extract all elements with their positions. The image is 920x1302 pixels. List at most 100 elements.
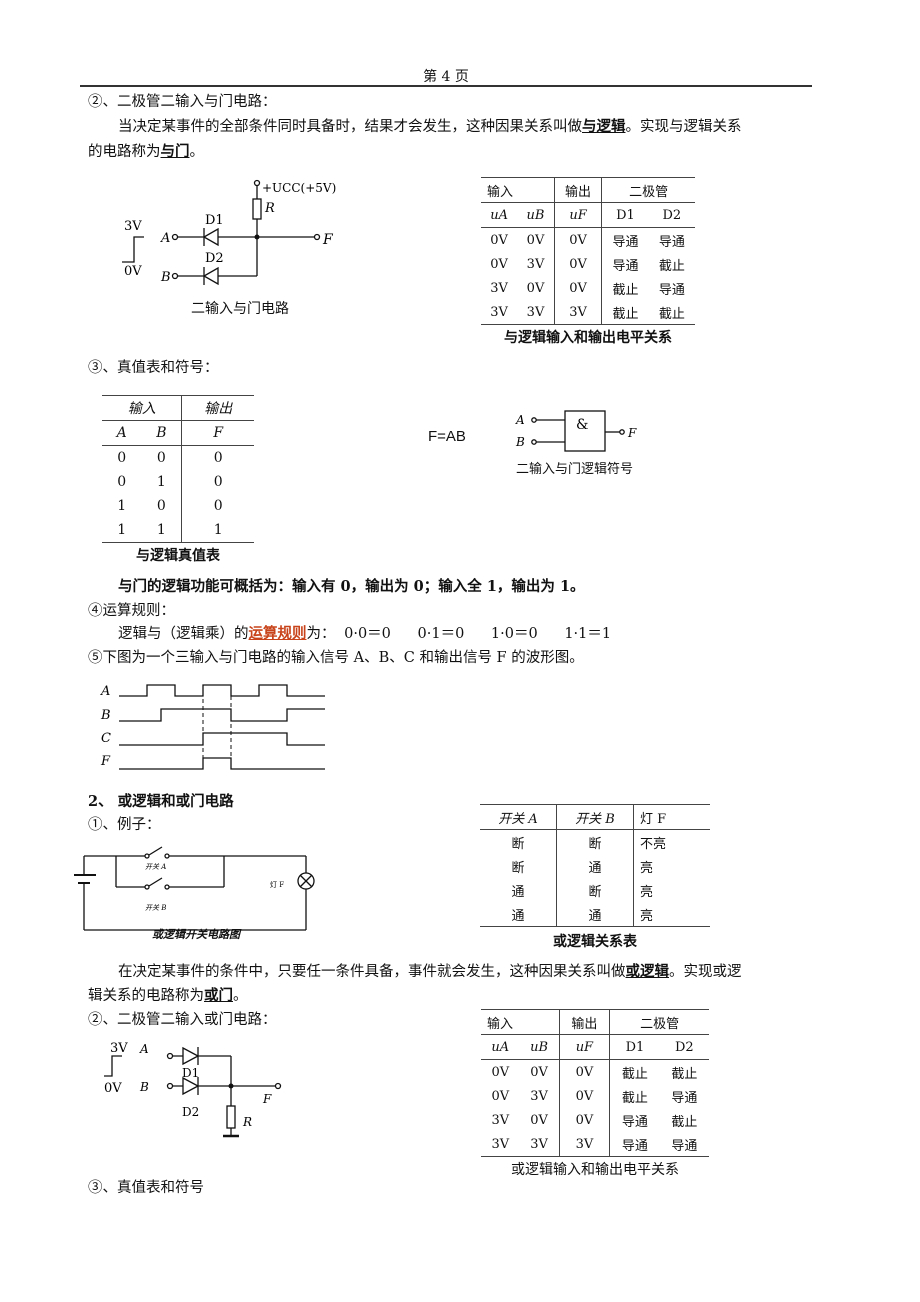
cell: 0V <box>558 1108 610 1132</box>
resistor-icon <box>252 198 262 220</box>
table-row: 断 通亮 <box>480 854 710 878</box>
cell: 亮 <box>633 878 710 902</box>
and-logic-term: 与逻辑 <box>582 118 626 135</box>
cell: 3V <box>519 1132 560 1157</box>
symbol-output-f: F <box>627 426 637 440</box>
rule-prefix: 逻辑与（逻辑乘）的 <box>118 626 249 642</box>
operation-rules-line: 逻辑与（逻辑乘）的运算规则为： 0·0＝0 0·1＝0 1·0＝0 1·1＝1 <box>118 622 611 643</box>
sub-ua: uA <box>481 1034 520 1060</box>
cell: 0 <box>181 470 254 494</box>
cell: 0V <box>491 1064 510 1080</box>
lamp-label: 灯 F <box>270 880 284 889</box>
table-row: 0V 0V 0V 截止 截止 <box>481 1059 709 1084</box>
cell: 导通 <box>658 282 685 298</box>
and-gate-symbol: A B & F <box>515 410 637 452</box>
or-switch-caption: 或逻辑开关电路图 <box>152 928 240 941</box>
cell: 断 <box>511 836 525 852</box>
sub-f: F <box>181 420 254 446</box>
cell: 3V <box>526 256 545 272</box>
cell: 3V <box>558 1132 610 1157</box>
cell: 断 <box>511 860 525 876</box>
diode-d2-icon <box>182 1076 200 1096</box>
th-output: 输出 <box>558 1009 610 1035</box>
cell: 1 <box>141 518 182 543</box>
cell: 截止 <box>609 1084 660 1108</box>
or-para-text: 。实现或逻 <box>669 964 742 980</box>
or-para-text: 在决定某事件的条件中，只要任一条件具备，事件就会发生，这种因果关系叫做 <box>118 964 626 980</box>
th-diode: 二极管 <box>601 177 695 203</box>
cell: 导通 <box>671 1090 698 1106</box>
cell: 不亮 <box>633 829 710 854</box>
sub-d2: D2 <box>659 1034 709 1060</box>
table-row: 3V 0V 0V 截止 导通 <box>481 276 695 300</box>
operation-rules-heading: ④运算规则： <box>88 603 175 619</box>
and-truth-table: 输入 输出 ABF 000 010 100 111 <box>102 395 254 543</box>
symbol-input-a: A <box>515 413 525 427</box>
or-section-title: 2、 或逻辑和或门电路 <box>88 793 234 810</box>
low-level-label: 0V <box>124 264 142 279</box>
sub-b: B <box>141 420 182 446</box>
sub-d2: D2 <box>648 202 695 228</box>
and-symbol-caption: 二输入与门逻辑符号 <box>516 462 634 477</box>
switch-b-lever <box>148 877 163 887</box>
output-f-label: F <box>322 232 334 248</box>
or-level-table: 输入 输出 二极管 uA uB uF D1 D2 0V 0V 0V 截止 截止 0V 3V… <box>481 1009 709 1157</box>
sub-d1: D1 <box>601 202 649 228</box>
d1-label: D1 <box>205 213 224 228</box>
rule-item: 1·1＝1 <box>564 626 612 642</box>
table-row: 断断不亮 <box>480 829 710 854</box>
cell: 导通 <box>609 1132 660 1157</box>
signal-b-label: B <box>100 708 111 723</box>
symbol-input-b: B <box>515 435 525 449</box>
d2-label: D2 <box>205 251 224 266</box>
th-switch-b: 开关 B <box>556 804 634 830</box>
cell: 0V <box>530 1112 548 1128</box>
page-number-header: 第 4 页 <box>423 69 469 85</box>
table-row: 0V 3V 0V 截止 导通 <box>481 1084 709 1108</box>
cell: 0V <box>553 276 602 300</box>
and-truth-table-wrap: 输入 输出 ABF 000 010 100 111 与逻辑真值表 <box>102 395 254 565</box>
table-row: 3V 3V 3V 导通 导通 <box>481 1132 709 1157</box>
th-diode: 二极管 <box>609 1009 709 1035</box>
signal-f-label: F <box>100 754 111 769</box>
waveform-b <box>119 708 325 722</box>
cell: 0V <box>526 232 545 248</box>
cell: 截止 <box>648 300 695 325</box>
or-example-heading: ①、例子： <box>88 817 161 833</box>
th-switch-a: 开关 A <box>480 804 557 830</box>
cell: 0V <box>558 1084 610 1108</box>
operation-rules-link[interactable]: 运算规则 <box>249 625 307 642</box>
cell: 断 <box>556 829 634 854</box>
or-truth-table-heading: ③、真值表和符号 <box>88 1180 204 1196</box>
cell: 导通 <box>658 234 685 250</box>
and-gate-term: 与门 <box>160 143 190 160</box>
cell: 导通 <box>601 227 649 252</box>
and-truth-table-caption: 与逻辑真值表 <box>136 548 220 564</box>
or-diode-circuit: 3V 0V A B D1 D2 F R <box>104 1041 282 1138</box>
input-b-label: B <box>139 1080 149 1094</box>
diode-d1-icon <box>182 1046 200 1066</box>
table-row: 0V 3V 0V 导通 截止 <box>481 252 695 276</box>
table-row: 1 00 <box>102 494 254 518</box>
cell: 导通 <box>659 1132 709 1157</box>
cell: 断 <box>556 878 634 902</box>
diode-d2-icon <box>202 266 219 286</box>
cell: 亮 <box>633 902 710 927</box>
sub-uf: uF <box>558 1034 610 1060</box>
sub-a: A <box>102 420 142 446</box>
signal-c-label: C <box>101 731 111 746</box>
cell: 亮 <box>633 854 710 878</box>
rule-item: 0·0＝0 <box>344 626 391 642</box>
cell: 0V <box>490 232 508 248</box>
input-b-label: B <box>160 270 171 285</box>
cell: 0 <box>181 445 254 470</box>
or-switch-table-caption: 或逻辑关系表 <box>553 934 637 950</box>
cell: 截止 <box>609 1059 660 1084</box>
sub-ub: uB <box>519 1034 560 1060</box>
cell: 1 <box>117 498 127 514</box>
switch-a-lever <box>148 846 163 856</box>
cell: 0 <box>156 498 166 514</box>
cell: 0V <box>490 256 508 272</box>
waveform-a <box>119 684 325 697</box>
th-input: 输入 <box>102 395 182 421</box>
